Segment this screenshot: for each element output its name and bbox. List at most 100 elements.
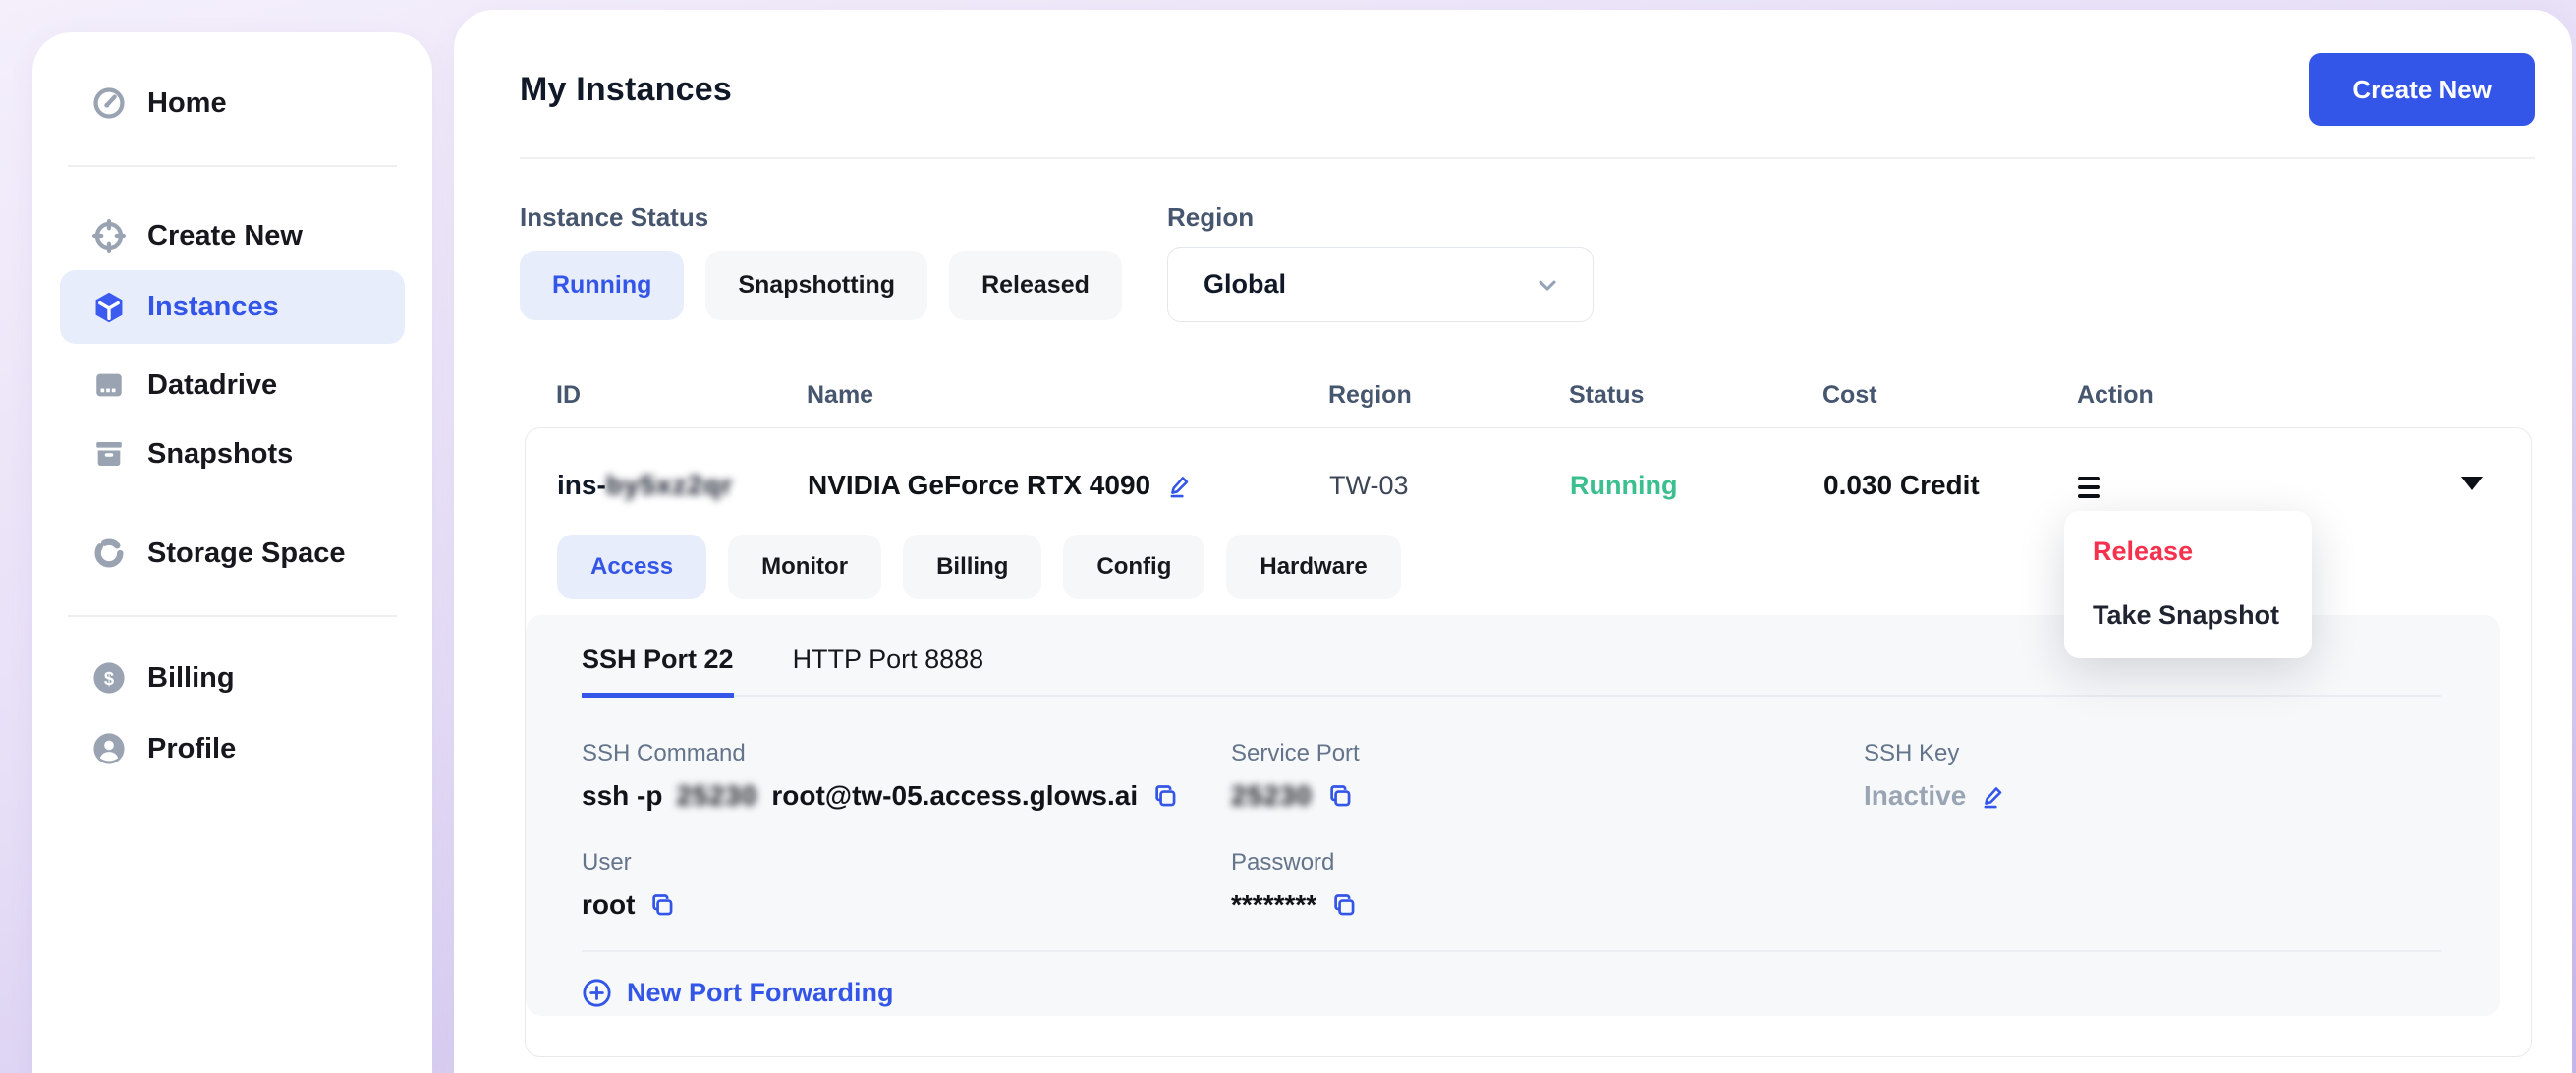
user-icon — [92, 732, 126, 765]
gauge-icon — [92, 86, 126, 120]
tab-hardware[interactable]: Hardware — [1226, 535, 1400, 599]
status-chip-running[interactable]: Running — [520, 251, 684, 320]
target-icon — [92, 219, 126, 253]
dollar-icon: $ — [92, 661, 126, 695]
header-divider — [520, 157, 2535, 159]
instance-cost: 0.030 Credit — [1823, 470, 2078, 501]
tab-monitor[interactable]: Monitor — [728, 535, 881, 599]
table-header: ID Name Region Status Cost Action — [556, 381, 2528, 410]
port-tab-ssh[interactable]: SSH Port 22 — [582, 645, 734, 698]
filters: Instance Status Running Snapshotting Rel… — [520, 202, 2535, 322]
instance-status: Running — [1570, 471, 1823, 501]
tab-config[interactable]: Config — [1063, 535, 1204, 599]
sidebar-item-label: Billing — [147, 662, 235, 695]
service-port-field: Service Port 25230 — [1231, 740, 1864, 812]
sidebar-item-label: Home — [147, 87, 227, 120]
panel-divider — [582, 950, 2441, 952]
status-chip-snapshotting[interactable]: Snapshotting — [705, 251, 927, 320]
tab-billing[interactable]: Billing — [903, 535, 1041, 599]
sidebar-item-instances[interactable]: Instances — [60, 270, 405, 344]
password-field: Password ******** — [1231, 849, 1864, 921]
ssh-command-field: SSH Command ssh -p 25230 root@tw-05.acce… — [582, 740, 1231, 812]
instance-status-label: Instance Status — [520, 202, 1167, 233]
new-port-forwarding-link[interactable]: New Port Forwarding — [582, 978, 894, 1008]
col-name: Name — [807, 381, 1328, 410]
expand-caret-icon[interactable] — [2461, 477, 2483, 490]
harddrive-icon — [92, 368, 126, 402]
sidebar-item-storage-space[interactable]: Storage Space — [60, 524, 405, 583]
ssh-key-label: SSH Key — [1864, 740, 2441, 767]
ssh-command-label: SSH Command — [582, 740, 1231, 767]
access-panel: SSH Port 22 HTTP Port 8888 SSH Command s… — [526, 615, 2500, 1016]
col-region: Region — [1328, 381, 1569, 410]
main-panel: My Instances Create New Instance Status … — [454, 10, 2572, 1073]
sidebar-item-datadrive[interactable]: Datadrive — [60, 356, 405, 415]
copy-ssh-command-icon[interactable] — [1151, 782, 1178, 809]
row-actions-menu-icon[interactable] — [2078, 473, 2100, 498]
sidebar-item-label: Storage Space — [147, 537, 345, 570]
sidebar-item-label: Profile — [147, 733, 236, 765]
menu-item-release[interactable]: Release — [2093, 536, 2284, 567]
create-new-button[interactable]: Create New — [2309, 53, 2535, 126]
edit-ssh-key-icon[interactable] — [1980, 782, 2007, 810]
region-select-value: Global — [1204, 269, 1286, 300]
page-title: My Instances — [520, 71, 732, 109]
col-cost: Cost — [1822, 381, 2077, 410]
sidebar: Home Create New Instances Datadrive Snap… — [32, 32, 432, 1073]
instance-name: NVIDIA GeForce RTX 4090 — [808, 470, 1150, 501]
svg-text:$: $ — [104, 668, 114, 689]
ssh-command-host: root@tw-05.access.glows.ai — [771, 780, 1138, 812]
copy-service-port-icon[interactable] — [1326, 782, 1353, 809]
edit-name-icon[interactable] — [1166, 472, 1194, 499]
action-dropdown-menu: Release Take Snapshot — [2064, 511, 2312, 658]
sidebar-item-label: Datadrive — [147, 369, 277, 402]
service-port-label: Service Port — [1231, 740, 1864, 767]
instance-id-masked: by5xz2qr — [606, 470, 733, 501]
sidebar-item-label: Snapshots — [147, 438, 293, 471]
service-port-masked: 25230 — [1231, 780, 1313, 812]
sidebar-item-billing[interactable]: $ Billing — [60, 649, 405, 707]
menu-item-take-snapshot[interactable]: Take Snapshot — [2093, 600, 2284, 631]
sidebar-item-profile[interactable]: Profile — [60, 719, 405, 778]
ssh-key-value: Inactive — [1864, 780, 1966, 812]
region-label: Region — [1167, 202, 1594, 233]
instance-status-filter: Instance Status Running Snapshotting Rel… — [520, 202, 1167, 322]
ssh-key-field: SSH Key Inactive — [1864, 740, 2441, 812]
copy-password-icon[interactable] — [1330, 891, 1357, 918]
instance-region: TW-03 — [1329, 471, 1570, 501]
user-label: User — [582, 849, 1231, 876]
archive-icon — [92, 437, 126, 471]
status-chip-released[interactable]: Released — [949, 251, 1122, 320]
storage-donut-icon — [92, 536, 126, 570]
instance-row: ins-by5xz2qr NVIDIA GeForce RTX 4090 TW-… — [526, 428, 2531, 501]
sidebar-item-snapshots[interactable]: Snapshots — [60, 424, 405, 483]
region-select[interactable]: Global — [1167, 247, 1594, 322]
copy-user-icon[interactable] — [648, 891, 675, 918]
sidebar-item-home[interactable]: Home — [60, 74, 405, 133]
access-fields: SSH Command ssh -p 25230 root@tw-05.acce… — [582, 740, 2441, 921]
new-port-forwarding-label: New Port Forwarding — [627, 978, 894, 1008]
password-value: ******** — [1231, 889, 1316, 921]
ssh-command-prefix: ssh -p — [582, 780, 662, 812]
col-action: Action — [2077, 381, 2528, 410]
tab-access[interactable]: Access — [557, 535, 706, 599]
instance-name-cell: NVIDIA GeForce RTX 4090 — [808, 470, 1329, 501]
sidebar-divider — [68, 165, 397, 167]
plus-circle-icon — [582, 978, 612, 1008]
port-tab-http[interactable]: HTTP Port 8888 — [793, 645, 984, 695]
sidebar-item-label: Instances — [147, 291, 279, 323]
page-header: My Instances Create New — [454, 10, 2572, 126]
user-field: User root — [582, 849, 1231, 921]
instance-id: ins-by5xz2qr — [557, 470, 808, 501]
instance-row-card: ins-by5xz2qr NVIDIA GeForce RTX 4090 TW-… — [525, 427, 2532, 1057]
sidebar-item-label: Create New — [147, 220, 303, 253]
instance-id-prefix: ins- — [557, 470, 606, 501]
col-id: ID — [556, 381, 807, 410]
col-status: Status — [1569, 381, 1822, 410]
sidebar-divider — [68, 615, 397, 617]
user-value: root — [582, 889, 635, 921]
password-label: Password — [1231, 849, 1864, 876]
ssh-command-port-masked: 25230 — [676, 780, 757, 812]
sidebar-item-create-new[interactable]: Create New — [60, 206, 405, 265]
chevron-down-icon — [1534, 271, 1561, 299]
